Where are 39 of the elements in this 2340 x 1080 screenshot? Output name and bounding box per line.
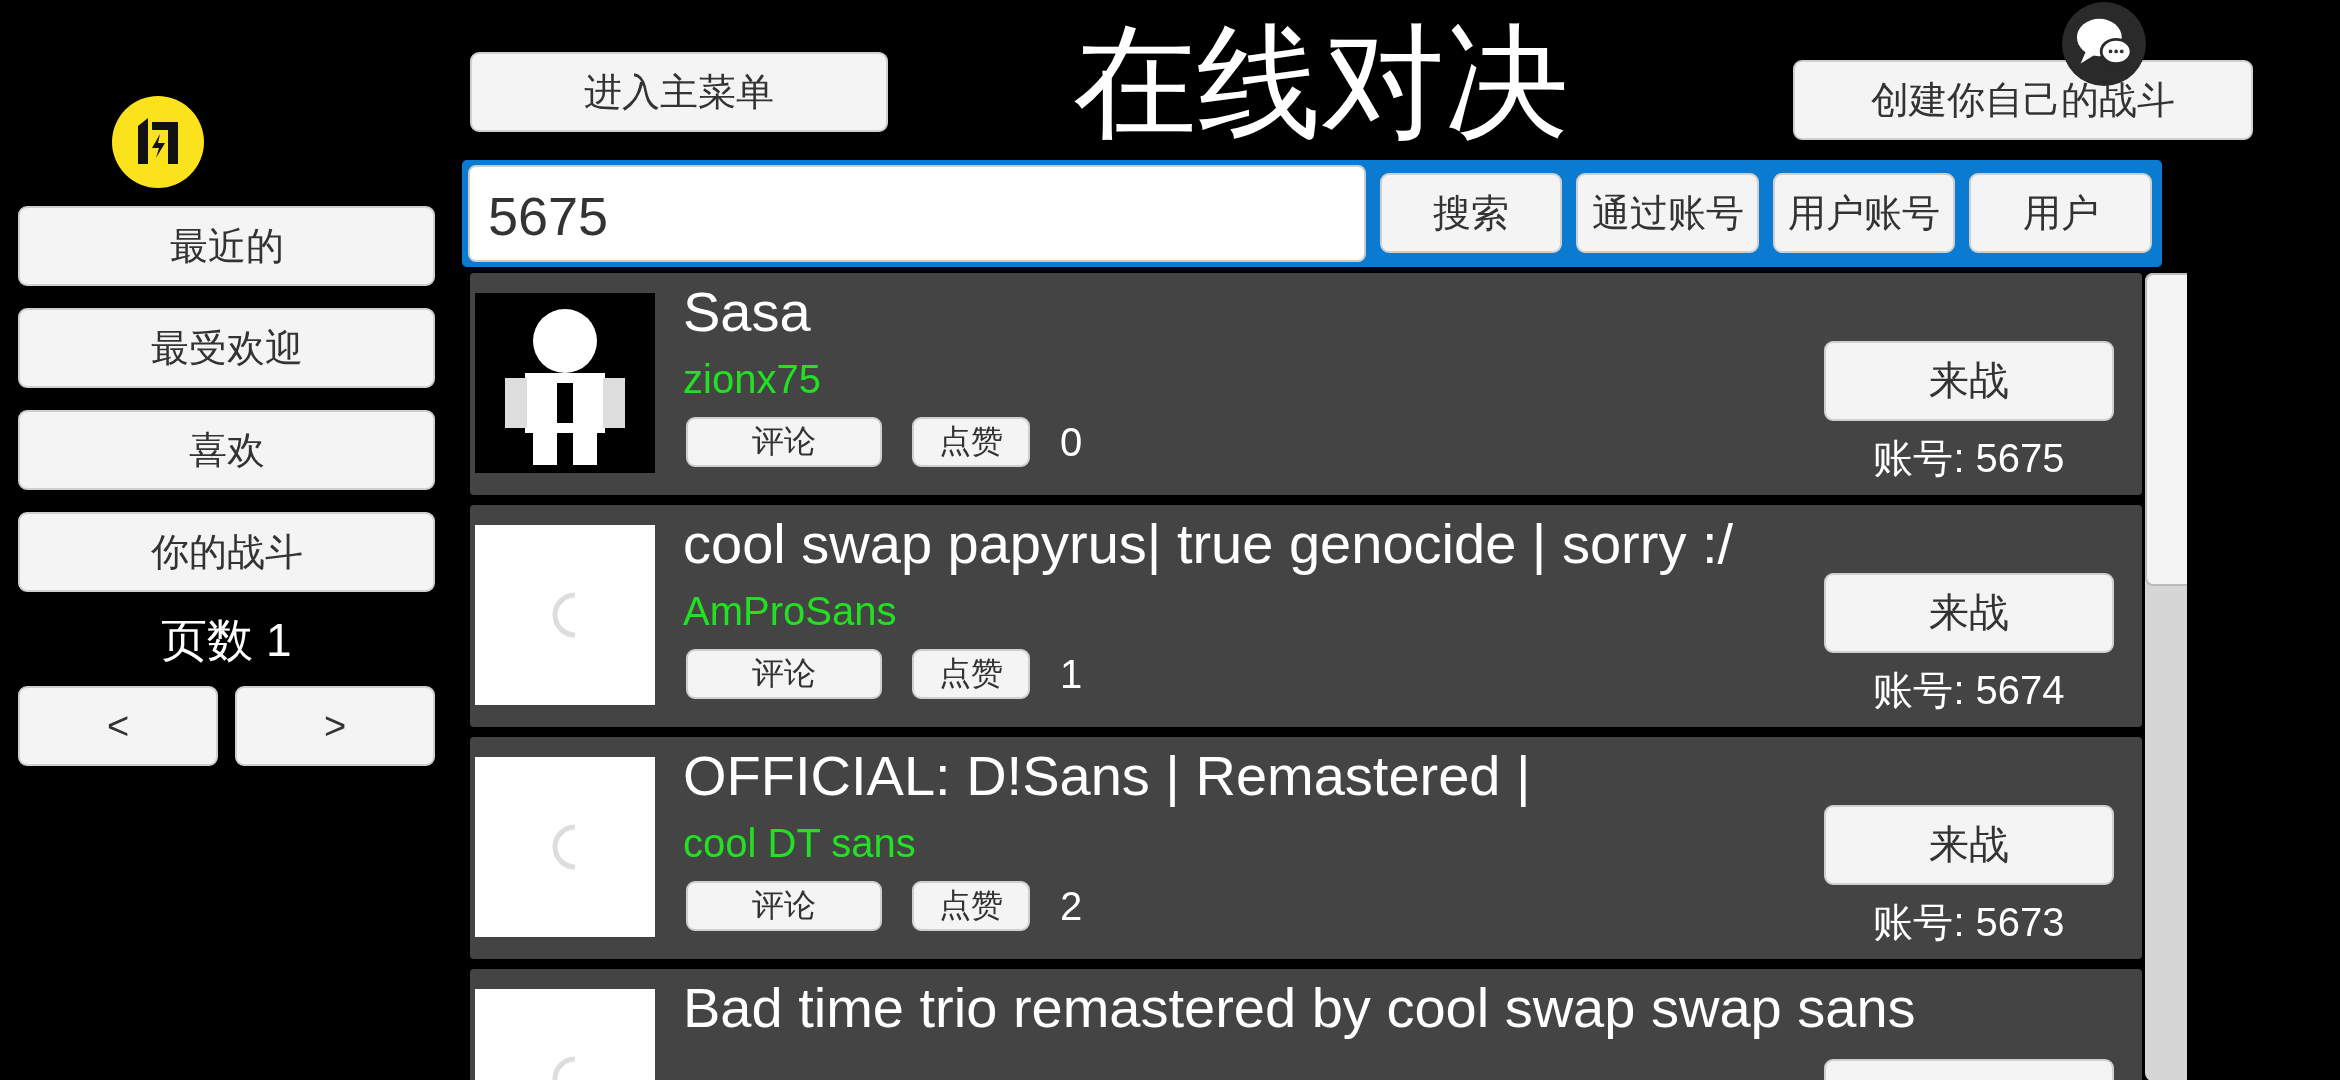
search-option-button[interactable]: 搜索: [1379, 173, 1563, 254]
page-title: 在线对决: [1073, 14, 1569, 151]
author-name[interactable]: cool DT sans: [683, 819, 916, 867]
battle-title: Sasa: [683, 278, 812, 345]
sidebar-button[interactable]: 最受欢迎: [18, 308, 435, 388]
fight-button[interactable]: 来战: [1824, 340, 2114, 421]
next-page-button[interactable]: >: [235, 686, 435, 766]
like-count: 2: [1060, 883, 1083, 929]
like-button[interactable]: 点赞: [912, 881, 1030, 931]
like-button[interactable]: 点赞: [912, 649, 1030, 699]
comment-button[interactable]: 评论: [686, 881, 882, 931]
scrollbar[interactable]: [2145, 272, 2187, 1080]
like-count: 0: [1060, 419, 1083, 465]
comment-button[interactable]: 评论: [686, 417, 882, 467]
main-menu-button[interactable]: 进入主菜单: [470, 52, 888, 132]
search-option-button[interactable]: 通过账号: [1576, 173, 1759, 254]
app-logo-icon[interactable]: [112, 96, 204, 188]
search-option-button[interactable]: 用户账号: [1772, 173, 1956, 254]
previous-page-button[interactable]: <: [18, 686, 218, 766]
search-field[interactable]: 5675: [468, 164, 1366, 262]
create-battle-button[interactable]: 创建你自己的战斗: [1793, 60, 2253, 140]
battle-id: 账号: 5673: [1873, 898, 2065, 946]
page-number: 页数 1: [161, 613, 292, 668]
fight-button[interactable]: 来战: [1824, 804, 2114, 885]
author-name[interactable]: zionx75: [683, 355, 821, 403]
battle-title: cool swap papyrus| true genocide | sorry :/: [683, 510, 1735, 577]
search-option-button[interactable]: 用户: [1969, 173, 2152, 254]
sidebar-button[interactable]: 喜欢: [18, 410, 435, 490]
battle-title: Bad time trio remastered by cool swap swap sans: [683, 974, 1917, 1041]
battle-id: 账号: 5674: [1873, 666, 2065, 714]
battle-id: 账号: 5675: [1873, 434, 2065, 482]
like-button[interactable]: 点赞: [912, 417, 1030, 467]
author-name[interactable]: AmProSans: [683, 587, 897, 635]
comment-button[interactable]: 评论: [686, 649, 882, 699]
battle-title: OFFICIAL: D!Sans | Remastered |: [683, 742, 1532, 809]
like-count: 1: [1060, 651, 1083, 697]
fight-button[interactable]: 来战: [1824, 572, 2114, 653]
sidebar-button[interactable]: 你的战斗: [18, 512, 435, 592]
sidebar-button[interactable]: 最近的: [18, 206, 435, 286]
